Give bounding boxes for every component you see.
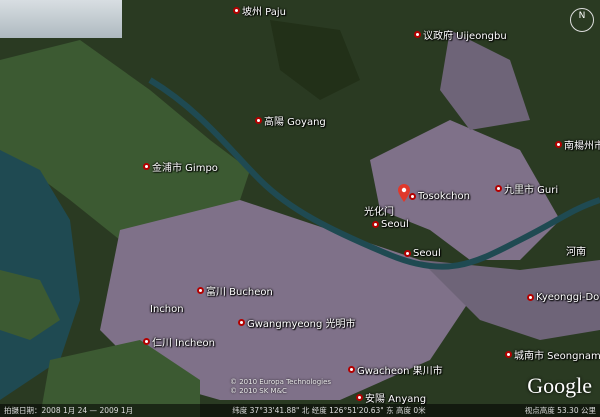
place-dot-icon: [372, 221, 379, 228]
imagery-date: 拍摄日期：2008 1月 24 — 2009 1月: [4, 406, 134, 415]
place-gwanghwamun[interactable]: 光化门: [364, 203, 394, 218]
place-seoul[interactable]: Seoul: [404, 248, 441, 259]
place-goyang[interactable]: 高陽 Goyang: [255, 113, 326, 128]
place-dot-icon: [527, 294, 534, 301]
place-dot-icon: [495, 185, 502, 192]
place-bucheon[interactable]: 富川 Bucheon: [197, 283, 273, 298]
cursor-coordinates: 纬度 37°33'41.88" 北 经度 126°51'20.63" 东 高度 …: [232, 406, 426, 415]
place-paju[interactable]: 坡州 Paju: [233, 3, 286, 18]
place-dot-icon: [233, 7, 240, 14]
place-gimpo[interactable]: 金浦市 Gimpo: [143, 159, 218, 174]
place-dot-icon: [143, 338, 150, 345]
eye-altitude: 视点高度 53.30 公里: [524, 406, 596, 415]
place-dot-icon: [143, 163, 150, 170]
place-dot-icon: [404, 250, 411, 257]
place-inchon-label[interactable]: Inchon: [150, 304, 184, 315]
google-logo: Google: [527, 373, 592, 398]
place-dot-icon: [348, 366, 355, 373]
place-guri[interactable]: 九里市 Guri: [495, 181, 558, 196]
copyright-notice: © 2010 Europa Technologies © 2010 SK M&C: [230, 378, 332, 395]
place-tosokchon[interactable]: Tosokchon: [409, 191, 470, 202]
place-dot-icon: [238, 319, 245, 326]
place-anyang[interactable]: 安陽 Anyang: [356, 390, 426, 405]
place-seoul-central[interactable]: Seoul: [372, 219, 409, 230]
place-dot-icon: [197, 287, 204, 294]
map-view[interactable]: N 坡州 Paju 议政府 Uijeongbu 高陽 Goyang 金浦市 Gi…: [0, 0, 600, 417]
place-seongnam[interactable]: 城南市 Seongnam: [505, 347, 600, 362]
compass-north-label: N: [578, 11, 586, 21]
place-uijeongbu[interactable]: 议政府 Uijeongbu: [414, 27, 507, 42]
status-bar: 拍摄日期：2008 1月 24 — 2009 1月 纬度 37°33'41.88…: [0, 404, 600, 417]
overview-inset-map: [0, 0, 122, 38]
place-gwacheon[interactable]: Gwacheon 果川市: [348, 362, 443, 377]
place-dot-icon: [356, 394, 363, 401]
compass-icon[interactable]: N: [570, 8, 594, 32]
place-dot-icon: [414, 31, 421, 38]
place-dot-icon: [505, 351, 512, 358]
place-incheon[interactable]: 仁川 Incheon: [143, 334, 215, 349]
place-dot-icon: [409, 193, 416, 200]
place-hanam[interactable]: 河南: [566, 243, 586, 258]
place-gyeonggi-do[interactable]: Kyeonggi-Do: [527, 292, 599, 303]
place-namyangju[interactable]: 南楊州市: [555, 137, 600, 152]
place-gwangmyeong[interactable]: Gwangmyeong 光明市: [238, 315, 356, 330]
place-dot-icon: [555, 141, 562, 148]
place-dot-icon: [255, 117, 262, 124]
